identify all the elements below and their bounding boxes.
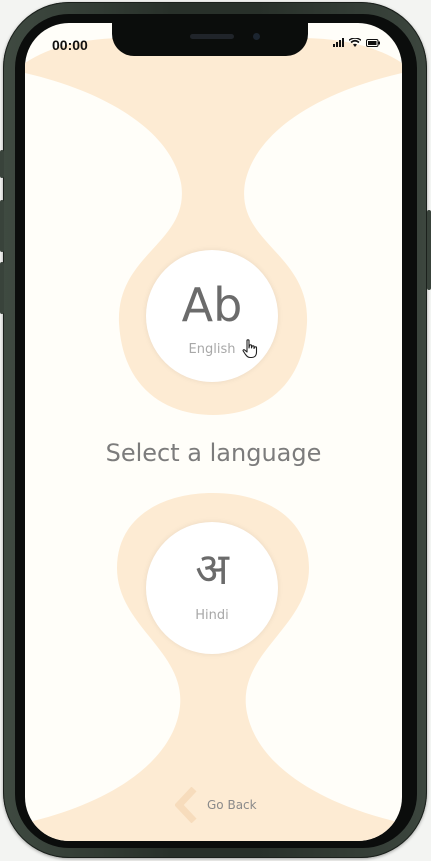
hand-pointer-icon xyxy=(242,339,258,359)
status-time: 00:00 xyxy=(52,37,88,53)
battery-icon xyxy=(366,39,380,47)
app-root: 00:00 Ab English Select a language अ Hin… xyxy=(0,0,431,861)
volume-down-button xyxy=(0,262,4,314)
chevron-left-icon xyxy=(175,787,197,823)
front-camera xyxy=(253,33,260,40)
volume-up-button xyxy=(0,200,4,252)
page-title: Select a language xyxy=(105,439,322,467)
status-icons xyxy=(333,38,380,47)
speaker-grille xyxy=(190,34,234,39)
go-back-button[interactable]: Go Back xyxy=(175,787,257,823)
language-option-hindi[interactable]: अ Hindi xyxy=(146,522,278,654)
language-option-english[interactable]: Ab English xyxy=(146,250,278,382)
hindi-glyph: अ xyxy=(195,544,229,595)
background-shape xyxy=(25,38,402,841)
english-glyph: Ab xyxy=(181,278,243,332)
go-back-label: Go Back xyxy=(207,798,257,812)
mute-switch xyxy=(0,150,4,178)
phone-screen: 00:00 Ab English Select a language अ Hin… xyxy=(25,23,402,841)
wifi-icon xyxy=(349,38,361,47)
hindi-label: Hindi xyxy=(195,608,229,623)
power-button xyxy=(427,210,431,290)
english-label: English xyxy=(188,342,236,357)
notch xyxy=(112,23,308,56)
signal-icon xyxy=(333,38,344,47)
